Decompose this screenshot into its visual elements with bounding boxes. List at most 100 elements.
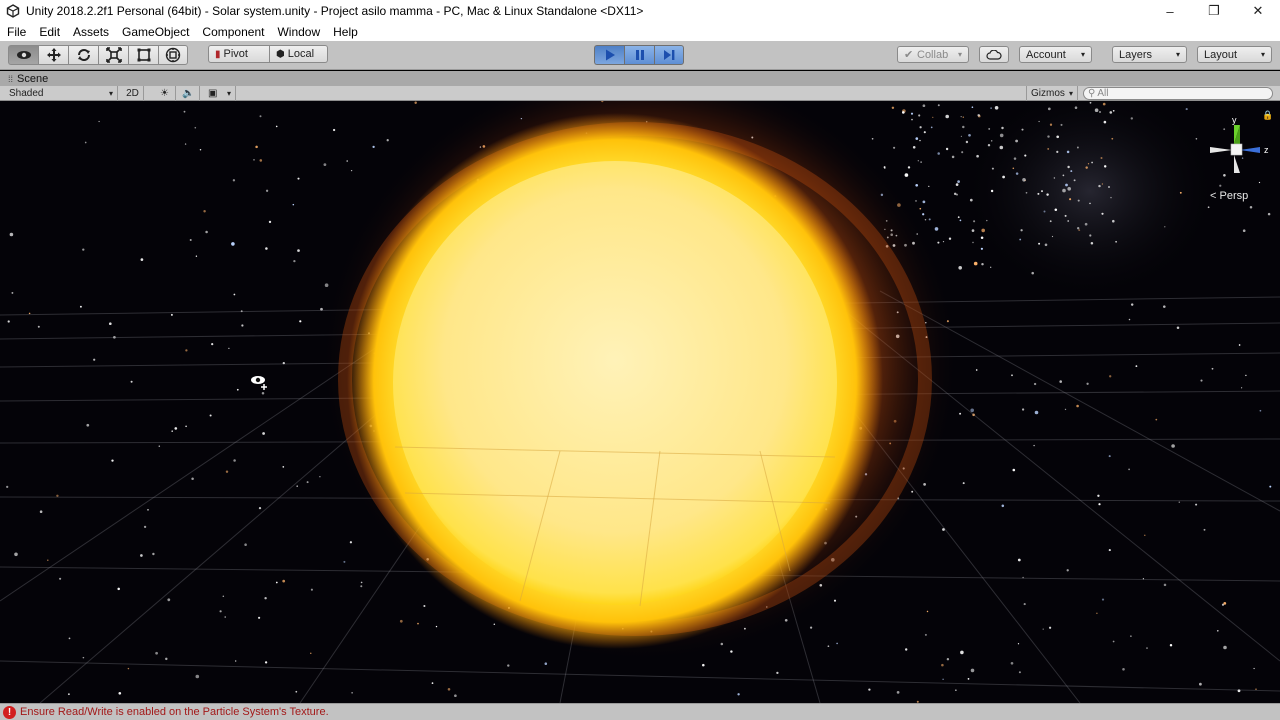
star [868, 688, 871, 691]
star [275, 125, 278, 128]
star [324, 283, 329, 287]
star [185, 425, 187, 428]
transform-tools [8, 45, 188, 65]
menu-file[interactable]: File [7, 25, 26, 39]
pivot-button[interactable]: ▮ Pivot [208, 45, 270, 63]
star [233, 293, 236, 296]
scene-search-input[interactable]: ⚲ All [1083, 87, 1273, 100]
layers-dropdown[interactable]: Layers ▾ [1112, 46, 1187, 63]
menu-window[interactable]: Window [277, 25, 320, 39]
star [264, 661, 268, 664]
rect-tool-button[interactable] [128, 45, 158, 65]
star [960, 135, 963, 138]
rotate-tool-button[interactable] [68, 45, 98, 65]
star [919, 207, 922, 210]
star [1101, 183, 1104, 185]
star [962, 116, 965, 118]
star [1077, 199, 1080, 202]
star [1049, 123, 1053, 126]
effects-dropdown[interactable]: ▣ ▾ [204, 86, 236, 101]
shading-mode-dropdown[interactable]: Shaded ▾ [5, 86, 118, 101]
star [981, 228, 985, 233]
2d-toggle[interactable]: 2D [122, 86, 144, 101]
star [259, 115, 262, 118]
status-message: Ensure Read/Write is enabled on the Part… [20, 706, 329, 718]
lighting-toggle[interactable]: ☀ [154, 86, 176, 101]
cloud-button[interactable] [979, 46, 1009, 63]
restore-button[interactable]: ❐ [1192, 0, 1236, 22]
star [82, 656, 85, 659]
transform-tool-button[interactable] [158, 45, 188, 65]
menu-gameobject[interactable]: GameObject [122, 25, 189, 39]
star [11, 291, 14, 294]
star [883, 166, 886, 169]
menu-assets[interactable]: Assets [73, 25, 109, 39]
star [1207, 206, 1210, 209]
error-icon: ! [3, 705, 16, 719]
star [1001, 504, 1005, 508]
play-button[interactable] [594, 45, 624, 65]
collab-check-icon: ✔ [904, 49, 914, 61]
orientation-gizmo[interactable]: y z [1204, 113, 1274, 183]
star [1179, 191, 1182, 194]
star [957, 180, 960, 183]
star [930, 126, 933, 129]
star [195, 255, 198, 257]
star [447, 688, 451, 691]
star [904, 173, 909, 177]
shading-mode-label: Shaded [9, 88, 44, 99]
layout-label: Layout [1204, 48, 1238, 61]
star [1065, 183, 1068, 187]
star [67, 693, 70, 696]
tab-scene[interactable]: ⁞⁞ Scene [4, 71, 52, 86]
star [1077, 227, 1080, 230]
step-button[interactable] [654, 45, 684, 65]
star [1034, 410, 1039, 415]
star [1078, 229, 1081, 232]
star [910, 112, 914, 115]
menu-component[interactable]: Component [202, 25, 264, 39]
star [222, 595, 225, 598]
collab-dropdown[interactable]: ✔ Collab ▾ [897, 46, 969, 63]
star [228, 347, 230, 350]
collab-label: Collab [917, 48, 949, 61]
star [923, 131, 926, 134]
star [233, 459, 236, 462]
star [1056, 150, 1059, 153]
pause-button[interactable] [624, 45, 654, 65]
account-dropdown[interactable]: Account ▾ [1019, 46, 1092, 63]
layout-dropdown[interactable]: Layout ▾ [1197, 46, 1272, 63]
star [1259, 409, 1262, 412]
menu-edit[interactable]: Edit [39, 25, 60, 39]
move-tool-button[interactable] [38, 45, 68, 65]
star [1098, 503, 1101, 506]
local-button[interactable]: ⬢ Local [270, 45, 328, 63]
scale-tool-button[interactable] [98, 45, 128, 65]
star [1046, 193, 1049, 196]
close-button[interactable]: ✕ [1236, 0, 1280, 22]
star [962, 482, 965, 485]
chevron-down-icon: ▾ [1260, 50, 1265, 59]
star [990, 107, 992, 109]
star [127, 667, 130, 670]
star [1085, 166, 1088, 169]
view-tool-button[interactable] [8, 45, 38, 65]
status-bar[interactable]: ! Ensure Read/Write is enabled on the Pa… [0, 703, 1280, 720]
star [990, 140, 993, 142]
star [183, 110, 186, 113]
star [999, 133, 1004, 138]
audio-toggle[interactable]: 🔈 [178, 86, 200, 101]
gizmos-dropdown[interactable]: Gizmos ▾ [1026, 86, 1078, 101]
star [1031, 271, 1034, 275]
star [971, 229, 975, 232]
star [988, 127, 991, 130]
scene-viewport[interactable]: 🔒 y z < Persp [0, 101, 1280, 703]
star [255, 145, 258, 149]
minimize-button[interactable]: – [1148, 0, 1192, 22]
star [737, 693, 740, 696]
menu-help[interactable]: Help [333, 25, 358, 39]
projection-toggle[interactable]: < Persp [1210, 190, 1248, 202]
star [960, 650, 964, 655]
star [1128, 318, 1131, 321]
star [236, 388, 239, 391]
